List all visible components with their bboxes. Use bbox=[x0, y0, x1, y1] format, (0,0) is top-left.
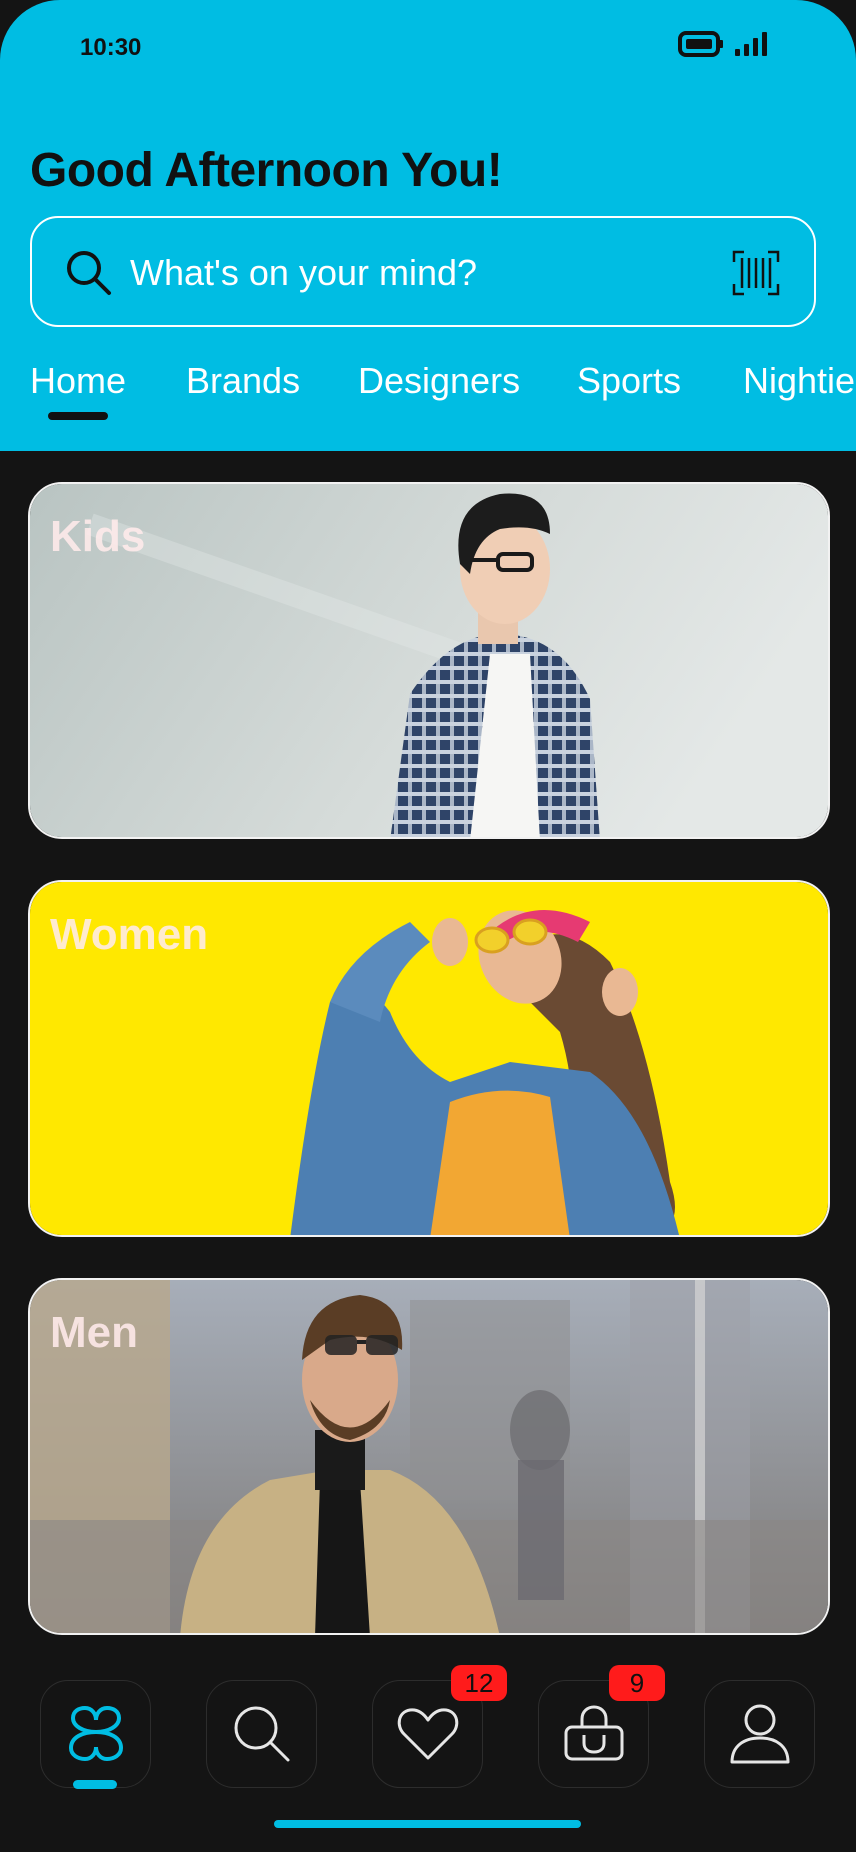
header: 10:30 Good Afternoon You! What's on your… bbox=[0, 0, 856, 451]
profile-icon bbox=[730, 1704, 789, 1764]
signal-icon bbox=[735, 32, 767, 56]
tab-brands[interactable]: Brands bbox=[186, 360, 300, 402]
search-icon bbox=[67, 251, 111, 295]
shopping-bag-icon bbox=[564, 1705, 623, 1761]
tab-nightie[interactable]: Nightie bbox=[743, 360, 855, 402]
barcode-scan-icon[interactable] bbox=[732, 250, 780, 296]
tab-designers[interactable]: Designers bbox=[358, 360, 520, 402]
wishlist-count-badge: 12 bbox=[451, 1665, 507, 1701]
category-label-kids: Kids bbox=[50, 512, 146, 561]
category-tabs: Home Brands Designers Sports Nightie bbox=[0, 355, 856, 425]
status-icons bbox=[678, 30, 770, 58]
kids-photo bbox=[30, 484, 828, 837]
status-time: 10:30 bbox=[80, 34, 142, 61]
nav-search-button[interactable] bbox=[206, 1680, 317, 1788]
heart-icon bbox=[397, 1708, 458, 1760]
nav-wishlist-button[interactable]: 12 bbox=[372, 1665, 507, 1788]
home-logo-icon bbox=[68, 1706, 123, 1762]
men-photo bbox=[30, 1280, 828, 1633]
nav-home-button[interactable] bbox=[40, 1680, 151, 1788]
greeting-title: Good Afternoon You! bbox=[30, 144, 503, 197]
nav-profile-button[interactable] bbox=[704, 1680, 815, 1788]
tab-home[interactable]: Home bbox=[30, 360, 126, 402]
cart-count-badge: 9 bbox=[609, 1665, 665, 1701]
bottom-navigation: 12 9 bbox=[0, 1660, 856, 1800]
category-label-men: Men bbox=[50, 1308, 138, 1357]
category-card-women[interactable]: Women bbox=[28, 880, 830, 1237]
search-icon bbox=[234, 1706, 289, 1762]
active-nav-indicator bbox=[73, 1780, 117, 1789]
category-card-men[interactable]: Men bbox=[28, 1278, 830, 1635]
home-indicator-bar[interactable] bbox=[274, 1820, 581, 1828]
tab-sports[interactable]: Sports bbox=[577, 360, 681, 402]
nav-cart-button[interactable]: 9 bbox=[538, 1665, 665, 1788]
battery-icon bbox=[678, 31, 723, 57]
app-screen: 10:30 Good Afternoon You! What's on your… bbox=[0, 0, 856, 1852]
search-input[interactable] bbox=[128, 246, 732, 300]
active-tab-indicator bbox=[48, 412, 108, 420]
search-bar[interactable] bbox=[30, 216, 816, 327]
category-label-women: Women bbox=[50, 910, 209, 959]
category-card-kids[interactable]: Kids bbox=[28, 482, 830, 839]
